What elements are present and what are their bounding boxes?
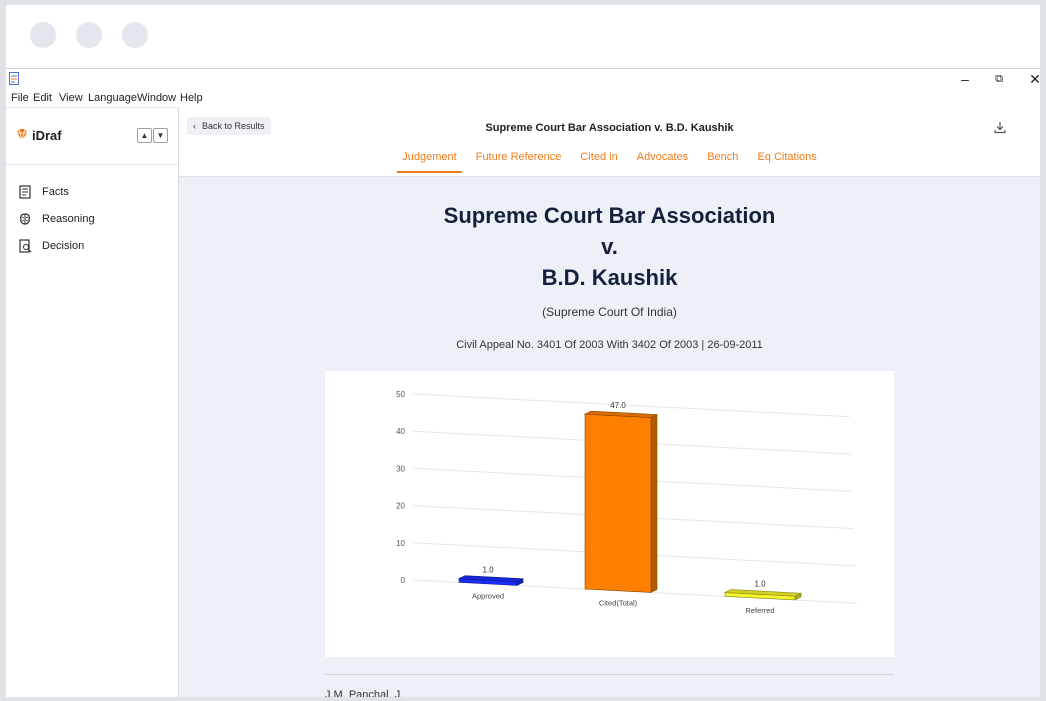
tab-advocates[interactable]: Advocates — [637, 151, 688, 173]
brain-icon — [20, 213, 30, 225]
x-tick-label: Referred — [745, 606, 774, 615]
case-party-1: Supreme Court Bar Association — [443, 203, 776, 228]
y-tick-label: 30 — [396, 464, 405, 473]
menu-window[interactable]: Window — [137, 92, 176, 104]
data-label: 47.0 — [610, 401, 626, 410]
tab-cited-in[interactable]: Cited in — [580, 151, 617, 173]
sidebar-item-facts[interactable]: Facts — [18, 184, 168, 204]
sidebar-item-decision[interactable]: Decision — [18, 238, 168, 258]
y-tick-label: 50 — [396, 390, 405, 399]
app-icon — [9, 72, 19, 85]
content-divider — [325, 674, 894, 675]
data-label: 1.0 — [754, 580, 766, 589]
case-versus: v. — [601, 234, 618, 259]
sidebar: iDraf ▲ ▼ Facts Reasoning Decision — [6, 107, 179, 697]
court-name: (Supreme Court Of India) — [542, 305, 677, 319]
sidebar-divider — [6, 164, 178, 165]
collapse-up-button[interactable]: ▲ — [137, 128, 152, 143]
menu-edit[interactable]: Edit — [33, 92, 52, 104]
menu-file[interactable]: File — [11, 92, 29, 104]
download-icon[interactable] — [993, 120, 1007, 134]
bar-referred — [723, 589, 803, 601]
case-title: Supreme Court Bar Association v. B.D. Ka… — [485, 122, 734, 134]
main-panel: ‹ Back to Results Supreme Court Bar Assoc… — [179, 107, 1040, 697]
x-tick-label: Cited(Total) — [599, 598, 638, 607]
y-tick-label: 40 — [396, 427, 405, 436]
menu-help[interactable]: Help — [180, 92, 203, 104]
bar-cited-total — [583, 410, 659, 593]
tab-judgement[interactable]: Judgement — [397, 151, 463, 173]
sidebar-item-label: Facts — [42, 186, 69, 198]
minimize-button[interactable]: – — [954, 70, 976, 88]
menu-view[interactable]: View — [59, 92, 83, 104]
judgement-content: Supreme Court Bar Association v. B.D. Ka… — [179, 177, 1040, 697]
citation-chart: 0 10 20 30 40 50 1.0 Approved 47.0 Cited(Total) 1.… — [325, 371, 894, 657]
close-button[interactable]: ✕ — [1024, 70, 1040, 88]
top-bar — [6, 5, 1040, 69]
brand-logo-icon — [17, 128, 27, 141]
x-tick-label: Approved — [472, 591, 504, 600]
bar-chart: 0 10 20 30 40 50 1.0 Approved 47.0 Cited(Total) 1.… — [396, 390, 858, 615]
tab-bar: Judgement Future Reference Cited in Advo… — [179, 151, 1040, 173]
decision-icon — [19, 239, 32, 253]
case-header: ‹ Back to Results Supreme Court Bar Assoc… — [179, 107, 1040, 177]
menu-language[interactable]: Language — [88, 92, 137, 104]
document-icon — [19, 185, 31, 199]
menu-bar: File Edit View Language Window Help — [6, 89, 1040, 107]
brand-name: iDraf — [32, 128, 62, 143]
y-tick-label: 0 — [401, 576, 406, 585]
tab-bench[interactable]: Bench — [707, 151, 738, 173]
case-citation: Civil Appeal No. 3401 Of 2003 With 3402 … — [456, 339, 763, 351]
sidebar-item-reasoning[interactable]: Reasoning — [18, 211, 168, 231]
restore-button[interactable]: ⧉ — [988, 70, 1010, 88]
sidebar-item-label: Reasoning — [42, 213, 95, 225]
tab-eq-citations[interactable]: Eq Citations — [757, 151, 816, 173]
title-bar: – ⧉ ✕ — [6, 69, 1040, 89]
y-tick-label: 10 — [396, 539, 405, 548]
judge-name: J.M. Panchal, J. — [325, 689, 404, 697]
bar-approved — [457, 575, 525, 586]
app-window: – ⧉ ✕ File Edit View Language Window Hel… — [6, 5, 1040, 697]
case-party-2: B.D. Kaushik — [541, 265, 678, 290]
y-tick-label: 20 — [396, 502, 405, 511]
collapse-down-button[interactable]: ▼ — [153, 128, 168, 143]
window-dot-1[interactable] — [30, 22, 56, 48]
sidebar-item-label: Decision — [42, 240, 85, 252]
window-dot-3[interactable] — [122, 22, 148, 48]
window-dot-2[interactable] — [76, 22, 102, 48]
tab-future-reference[interactable]: Future Reference — [476, 151, 562, 173]
data-label: 1.0 — [482, 566, 494, 575]
